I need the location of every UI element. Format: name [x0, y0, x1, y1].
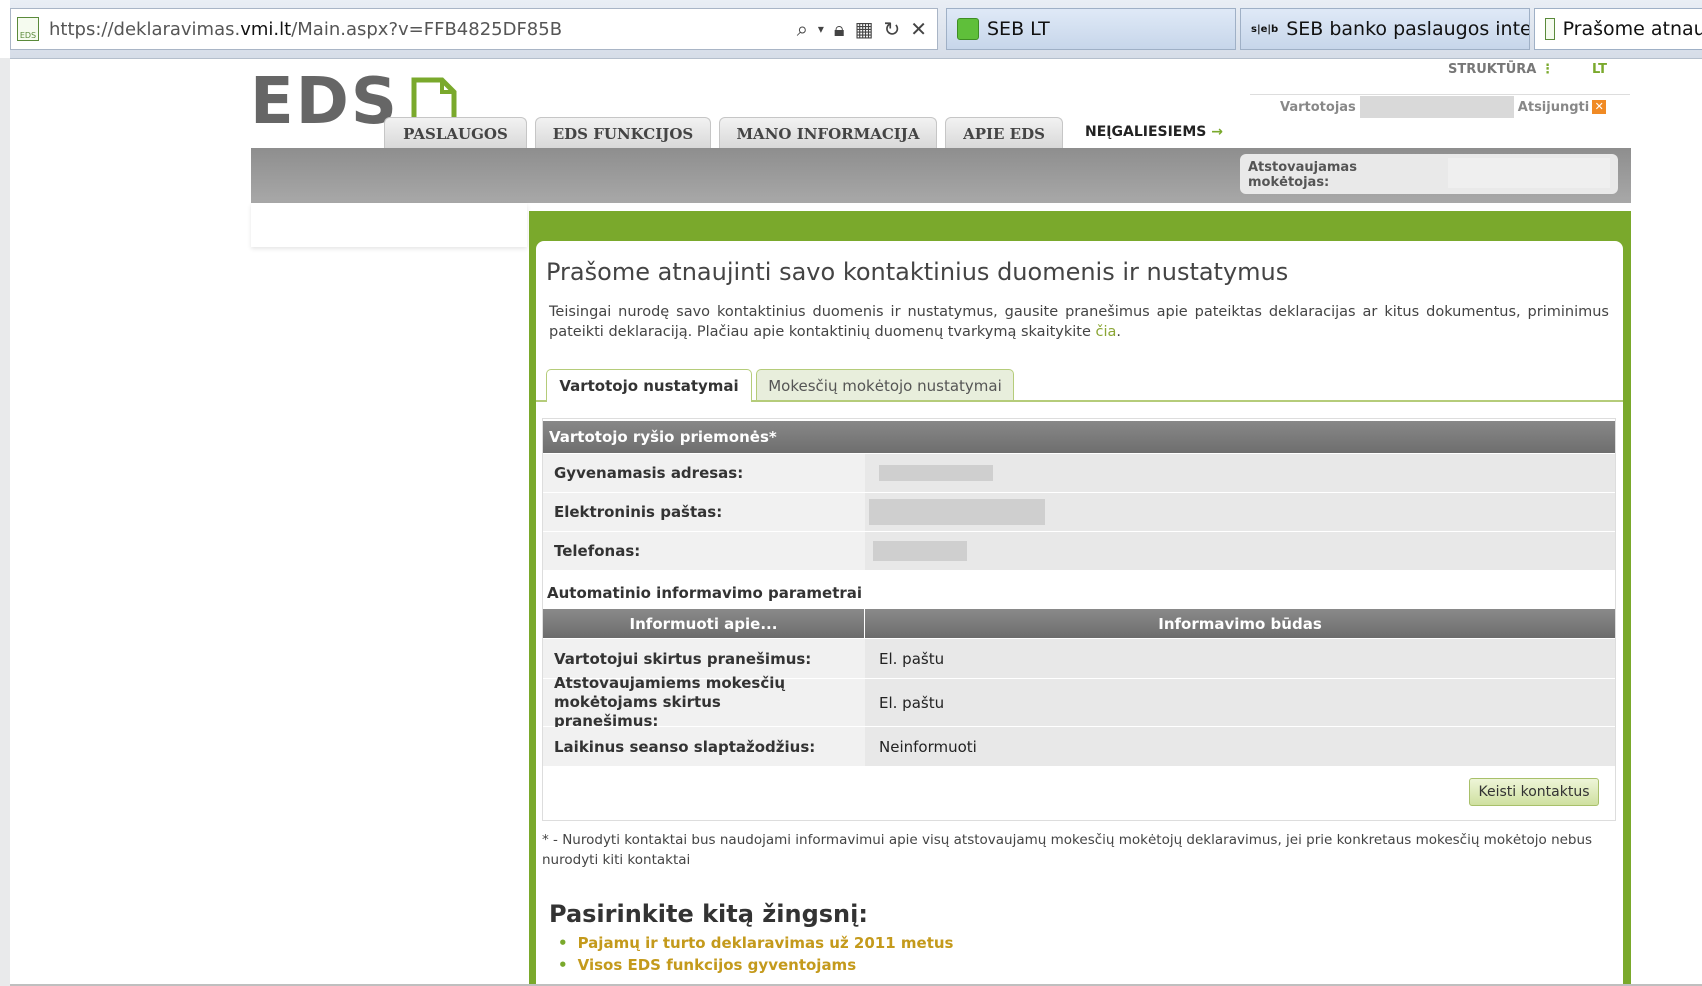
user-name-masked: [1359, 96, 1514, 118]
row-label: Elektroninis paštas:: [543, 493, 865, 531]
row-label: Telefonas:: [543, 532, 865, 570]
row-label: Atstovaujamiems mokesčių mokėtojams skir…: [543, 674, 865, 730]
phone-value: [865, 532, 1615, 570]
structure-icon: ⋮: [1541, 62, 1554, 77]
browser-tab-eds[interactable]: Prašome atnauj: [1534, 8, 1702, 50]
seb-tab-icon: [957, 18, 979, 40]
represented-payer-label: Atstovaujamas mokėtojas:: [1248, 160, 1357, 190]
refresh-icon[interactable]: ↻: [883, 17, 900, 41]
contact-row-email: Elektroninis paštas:: [543, 493, 1615, 532]
compat-view-icon[interactable]: ▦: [855, 17, 874, 41]
arrow-right-icon: →: [1211, 124, 1223, 140]
tab-label: SEB banko paslaugos inter...: [1286, 18, 1530, 40]
nav-tab-apie-eds[interactable]: APIE EDS: [945, 117, 1063, 149]
col-header-about: Informuoti apie...: [543, 609, 864, 638]
left-sidebar: [251, 203, 527, 247]
row-value: Neinformuoti: [865, 727, 1615, 766]
contact-row-phone: Telefonas:: [543, 532, 1615, 571]
dropdown-icon[interactable]: ▾: [818, 17, 824, 41]
notify-row: Vartotojui skirtus pranešimus: El. paštu: [543, 639, 1615, 679]
contact-row-address: Gyvenamasis adresas:: [543, 454, 1615, 493]
row-value: El. paštu: [865, 639, 1615, 678]
row-value: El. paštu: [865, 679, 1615, 726]
tab-label: Prašome atnauj: [1562, 18, 1702, 40]
lock-icon[interactable]: 🔒︎: [834, 17, 845, 41]
user-label: Vartotojas: [1280, 99, 1356, 115]
eds-logo-doc-icon: [411, 77, 457, 118]
represented-payer-box: Atstovaujamas mokėtojas:: [1240, 154, 1618, 194]
next-step-title: Pasirinkite kitą žingsnį:: [549, 900, 868, 928]
masked-value: [879, 465, 993, 481]
tab-label: SEB LT: [987, 18, 1050, 40]
auto-notify-title: Automatinio informavimo parametrai: [547, 584, 863, 602]
next-step-links: Pajamų ir turto deklaravimas už 2011 met…: [558, 932, 954, 976]
next-link-all-functions[interactable]: Visos EDS funkcijos gyventojams: [558, 954, 953, 976]
nav-tab-paslaugos[interactable]: PASLAUGOS: [384, 117, 527, 149]
notify-row: Atstovaujamiems mokesčių mokėtojams skir…: [543, 674, 1615, 730]
logout-icon[interactable]: ✕: [1592, 100, 1607, 114]
browser-tab-seb-services[interactable]: s|e|b SEB banko paslaugos inter...: [1240, 8, 1530, 50]
tab-payer-settings[interactable]: Mokesčių mokėtojo nustatymai: [756, 369, 1014, 401]
notify-table-header: Informuoti apie... Informavimo būdas: [543, 609, 1615, 638]
language-link[interactable]: LT: [1592, 62, 1607, 77]
next-link-declaration[interactable]: Pajamų ir turto deklaravimas už 2011 met…: [558, 932, 954, 954]
page-left-edge: [0, 58, 10, 986]
browser-toolbar: EDS https://deklaravimas.vmi.lt/Main.asp…: [10, 0, 1702, 59]
user-info: Vartotojas Atsijungti ✕: [1250, 94, 1630, 119]
logout-link[interactable]: Atsijungti: [1518, 100, 1589, 115]
browser-tab-seb[interactable]: SEB LT: [946, 8, 1236, 50]
structure-link[interactable]: STRUKTŪRA: [1448, 62, 1536, 77]
seb-logo-icon: s|e|b: [1251, 23, 1279, 35]
stop-icon[interactable]: ✕: [910, 17, 927, 41]
eds-favicon-icon: EDS: [17, 17, 39, 41]
url-text[interactable]: https://deklaravimas.vmi.lt/Main.aspx?v=…: [49, 19, 797, 40]
page-title: Prašome atnaujinti savo kontaktinius duo…: [546, 258, 1289, 286]
row-label: Laikinus seanso slaptažodžius:: [543, 727, 865, 766]
contact-section-header: Vartotojo ryšio priemonės*: [543, 421, 1615, 453]
address-value: [865, 454, 1615, 492]
represented-payer-select[interactable]: [1447, 158, 1610, 188]
row-label: Gyvenamasis adresas:: [543, 454, 865, 492]
col-header-method: Informavimo būdas: [865, 609, 1615, 638]
eds-tab-icon: [1545, 18, 1555, 40]
notify-row: Laikinus seanso slaptažodžius: Neinformu…: [543, 727, 1615, 767]
read-more-link[interactable]: čia: [1096, 324, 1117, 340]
tab-user-settings[interactable]: Vartotojo nustatymai: [546, 369, 752, 402]
footnote: * - Nurodyti kontaktai bus naudojami inf…: [542, 832, 1593, 868]
change-contacts-button[interactable]: Keisti kontaktus: [1469, 778, 1599, 806]
eds-logo[interactable]: EDS: [250, 70, 399, 134]
row-label: Vartotojui skirtus pranešimus:: [543, 639, 865, 678]
email-value: [865, 493, 1615, 531]
accessibility-link[interactable]: NEĮGALIESIEMS →: [1085, 124, 1223, 140]
masked-value: [869, 499, 1045, 525]
masked-value: [873, 541, 967, 561]
nav-tab-eds-funkcijos[interactable]: EDS FUNKCIJOS: [535, 117, 711, 149]
search-icon[interactable]: ⌕: [797, 17, 808, 41]
intro-text: Teisingai nurodę savo kontaktinius duome…: [549, 304, 1609, 340]
address-bar[interactable]: EDS https://deklaravimas.vmi.lt/Main.asp…: [10, 8, 938, 50]
nav-tab-mano-informacija[interactable]: MANO INFORMACIJA: [719, 117, 937, 149]
